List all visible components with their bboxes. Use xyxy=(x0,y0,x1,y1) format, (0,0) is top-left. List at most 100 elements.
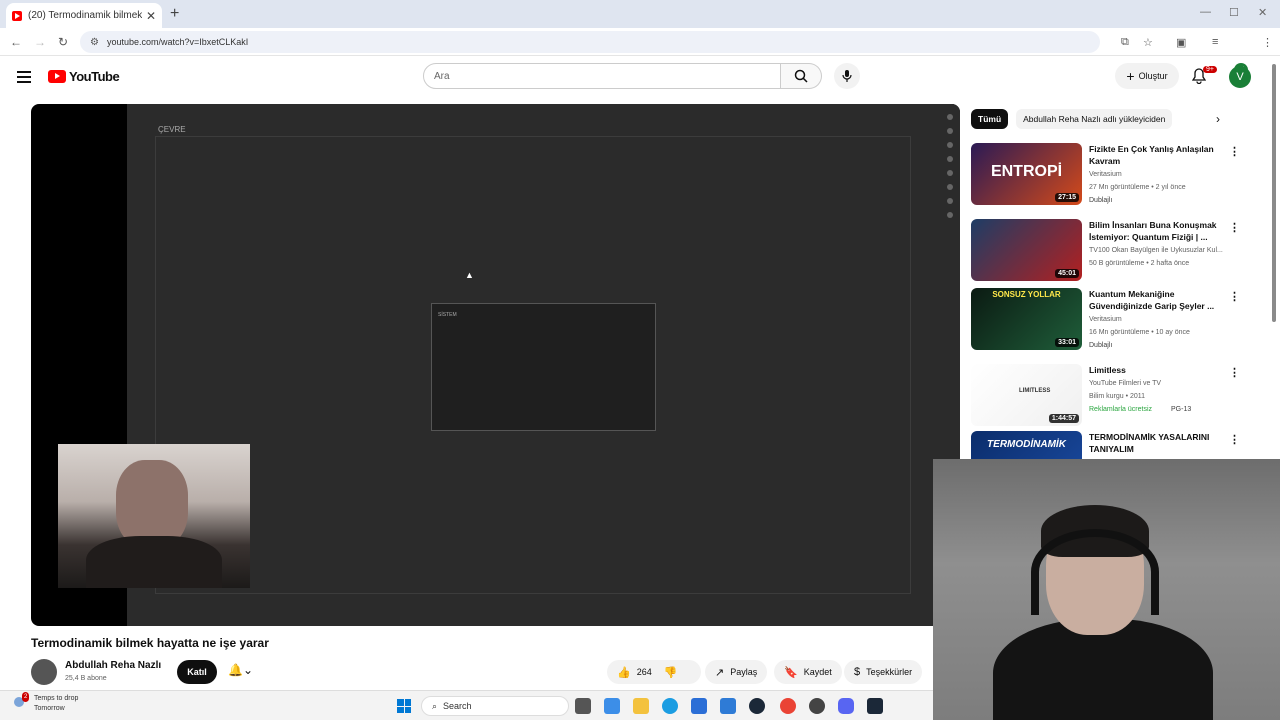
recommendation-tag: Dublajlı xyxy=(1089,342,1113,349)
back-icon[interactable]: ← xyxy=(10,35,22,49)
like-icon[interactable]: 👍 xyxy=(617,666,631,679)
video-thumbnail[interactable]: SONSUZ YOLLAR 33:01 xyxy=(971,288,1082,350)
store-icon[interactable] xyxy=(691,698,707,714)
search-input[interactable]: Ara xyxy=(423,63,781,89)
youtube-logo[interactable]: YouTube xyxy=(48,69,120,84)
recommendation-title[interactable]: Kuantum Mekaniğine Güvendiğinizde Garip … xyxy=(1089,288,1221,312)
more-options-icon[interactable]: ⋮ xyxy=(1229,290,1240,303)
chip-all[interactable]: Tümü xyxy=(971,109,1009,129)
recommendation-title[interactable]: Bilim İnsanları Buna Konuşmak İstemiyor:… xyxy=(1089,219,1221,243)
channel-name[interactable]: Abdullah Reha Nazlı xyxy=(65,660,161,671)
video-player[interactable]: ÇEVRE SİSTEM xyxy=(31,104,960,626)
video-thumbnail[interactable]: LIMITLESS 1:44:57 xyxy=(971,364,1082,426)
recommendation-channel[interactable]: YouTube Filmleri ve TV xyxy=(1089,380,1161,387)
copilot-icon[interactable] xyxy=(604,698,620,714)
more-options-icon[interactable]: ⋮ xyxy=(1229,221,1240,234)
weather-title: Temps to drop xyxy=(34,695,79,702)
video-thumbnail[interactable]: 45:01 xyxy=(971,219,1082,281)
cevre-label: ÇEVRE xyxy=(158,125,186,134)
recommendation-channel[interactable]: Veritasium xyxy=(1089,316,1122,323)
like-count[interactable]: 264 xyxy=(637,667,652,677)
address-bar-row: ← → ↻ ⚙ youtube.com/watch?v=IbxetCLKakI … xyxy=(0,28,1280,77)
more-options-icon[interactable]: ⋮ xyxy=(1229,366,1240,379)
recommendation-card[interactable]: TERMODİNAMİK TERMODİNAMİK YASALARINI TANI… xyxy=(971,431,1241,459)
create-button[interactable]: + Oluştur xyxy=(1115,63,1179,89)
downloads-icon[interactable]: ≡ xyxy=(1212,36,1218,48)
bookmark-star-icon[interactable]: ☆ xyxy=(1143,36,1153,49)
discord-icon[interactable] xyxy=(838,698,854,714)
thanks-label: Teşekkürler xyxy=(866,667,913,677)
chrome-icon[interactable] xyxy=(780,698,796,714)
search-button[interactable] xyxy=(781,63,822,89)
video-thumbnail[interactable]: ENTROPİ 27:15 xyxy=(971,143,1082,205)
youtube-header: YouTube Ara + Oluştur 9+ V xyxy=(0,56,1280,100)
url-field[interactable]: ⚙ youtube.com/watch?v=IbxetCLKakI xyxy=(80,31,1100,53)
create-label: Oluştur xyxy=(1138,71,1168,81)
recommendation-card[interactable]: LIMITLESS 1:44:57 Limitless YouTube Filmler… xyxy=(971,364,1241,430)
recommendation-title[interactable]: Fizikte En Çok Yanlış Anlaşılan Kavram xyxy=(1089,143,1221,167)
mail-icon[interactable] xyxy=(720,698,736,714)
recommendation-channel[interactable]: TV100 Okan Bayülgen ile Uykusuzlar Kul..… xyxy=(1089,247,1223,254)
thanks-button[interactable]: $ Teşekkürler xyxy=(844,660,923,684)
start-menu-icon[interactable] xyxy=(397,699,411,713)
steam-icon[interactable] xyxy=(749,698,765,714)
dislike-icon[interactable]: 👎 xyxy=(664,666,678,679)
join-button[interactable]: Katıl xyxy=(177,660,217,684)
more-options-icon[interactable]: ⋮ xyxy=(1229,433,1240,446)
presenter-webcam xyxy=(58,444,250,588)
minimize-icon[interactable]: — xyxy=(1200,6,1211,18)
weather-widget[interactable]: 2 Temps to drop Tomorrow xyxy=(14,692,79,714)
save-button[interactable]: 🔖 Kaydet xyxy=(774,660,842,684)
recommendation-card[interactable]: SONSUZ YOLLAR 33:01 Kuantum Mekaniğine Güv… xyxy=(971,288,1241,354)
extensions-icon[interactable]: ▣ xyxy=(1176,36,1186,49)
edge-icon[interactable] xyxy=(662,698,678,714)
bookmark-icon: 🔖 xyxy=(784,666,798,679)
install-icon[interactable]: ⧉ xyxy=(1121,36,1129,49)
recommendation-card[interactable]: ENTROPİ 27:15 Fizikte En Çok Yanlış Anlaşı… xyxy=(971,143,1241,209)
recommendation-title[interactable]: TERMODİNAMİK YASALARINI TANIYALIM xyxy=(1089,431,1221,455)
recommendation-meta: 27 Mn görüntüleme • 2 yıl önce xyxy=(1089,184,1186,191)
subscription-bell-icon[interactable]: 🔔⌄ xyxy=(228,663,253,677)
search-icon: ⌕ xyxy=(432,700,438,711)
video-canvas: ÇEVRE SİSTEM xyxy=(127,104,960,626)
video-duration: 33:01 xyxy=(1055,338,1079,347)
close-window-icon[interactable]: ✕ xyxy=(1258,6,1267,19)
headphones xyxy=(1031,529,1159,615)
reload-icon[interactable]: ↻ xyxy=(58,35,68,49)
recommendation-title[interactable]: Limitless xyxy=(1089,364,1221,376)
more-options-icon[interactable]: ⋮ xyxy=(1229,145,1240,158)
presenter-body xyxy=(86,536,222,588)
channel-avatar[interactable] xyxy=(31,659,57,685)
task-view-icon[interactable] xyxy=(575,698,591,714)
scrollbar[interactable] xyxy=(1272,64,1276,322)
browser-tab[interactable]: (20) Termodinamik bilmek hayatta ne işe … xyxy=(6,3,162,28)
site-info-icon[interactable]: ⚙ xyxy=(90,37,99,48)
app-icon[interactable] xyxy=(809,698,825,714)
video-thumbnail[interactable]: TERMODİNAMİK xyxy=(971,431,1082,459)
menu-icon[interactable] xyxy=(17,71,31,86)
chrome-menu-icon[interactable]: ⋮ xyxy=(1262,36,1273,49)
steam-app-icon[interactable] xyxy=(867,698,883,714)
recommendation-channel[interactable]: Veritasium xyxy=(1089,171,1122,178)
plus-icon: + xyxy=(1126,68,1135,84)
file-explorer-icon[interactable] xyxy=(633,698,649,714)
rating-badge: PG-13 xyxy=(1171,406,1192,413)
close-tab-icon[interactable]: ✕ xyxy=(146,9,156,23)
forward-icon[interactable]: → xyxy=(34,35,46,49)
video-duration: 27:15 xyxy=(1055,193,1079,202)
sistem-box: SİSTEM xyxy=(431,303,656,431)
taskbar-search-label: Search xyxy=(443,701,472,711)
share-button[interactable]: ↗ Paylaş xyxy=(705,660,768,684)
url-text: youtube.com/watch?v=IbxetCLKakI xyxy=(106,37,249,47)
account-avatar[interactable]: V xyxy=(1229,66,1251,88)
video-duration: 1:44:57 xyxy=(1048,414,1079,423)
taskbar-search[interactable]: ⌕ Search xyxy=(421,696,569,716)
chevron-right-icon[interactable]: › xyxy=(1216,112,1220,126)
new-tab-icon[interactable]: + xyxy=(170,5,179,23)
voice-search-button[interactable] xyxy=(834,63,860,89)
chip-uploader[interactable]: Abdullah Reha Nazlı adlı yükleyiciden xyxy=(1016,109,1173,129)
thanks-icon: $ xyxy=(854,666,861,678)
maximize-icon[interactable]: ☐ xyxy=(1229,6,1239,19)
recommendation-card[interactable]: 45:01 Bilim İnsanları Buna Konuşmak İstem… xyxy=(971,219,1241,285)
microphone-icon xyxy=(842,70,852,82)
